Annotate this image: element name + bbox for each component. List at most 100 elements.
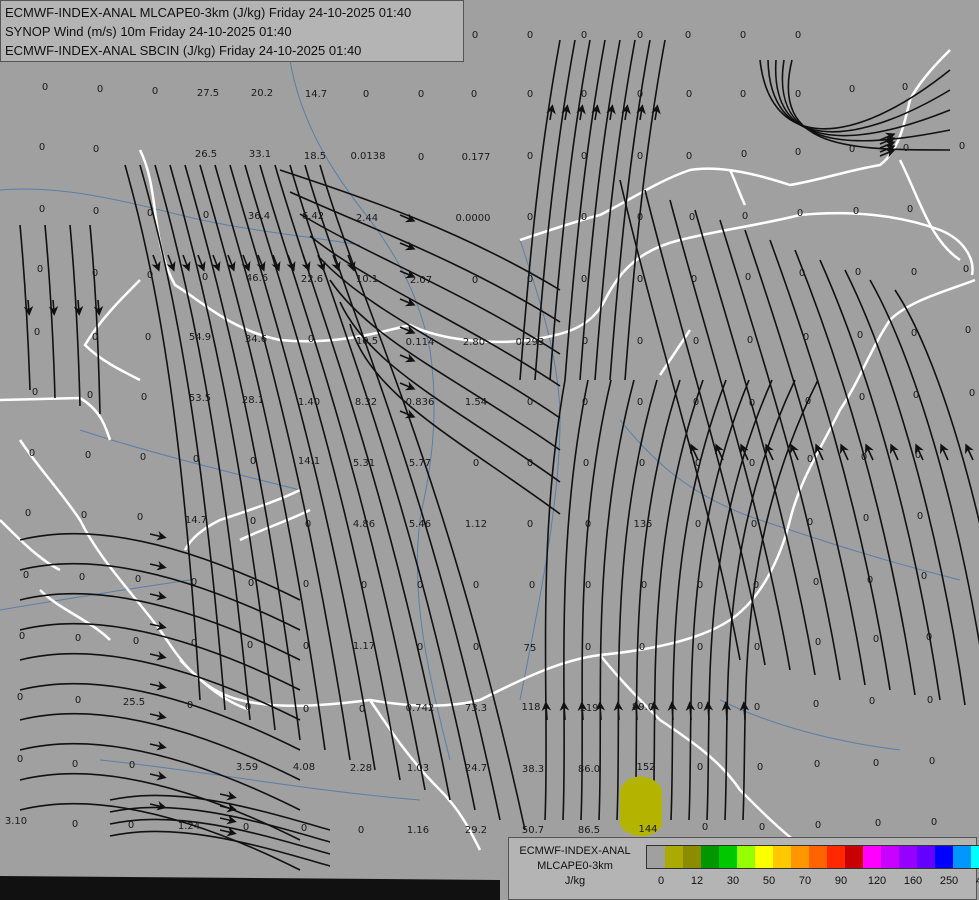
zero-value-marker: 0 [581,151,587,162]
zero-value-marker: 0 [641,580,647,591]
zero-value-marker: 0 [697,762,703,773]
cape-value-label: 22.6 [301,274,323,285]
cape-value-label: 0.0138 [351,151,386,162]
legend-swatch [809,846,827,868]
zero-value-marker: 0 [751,519,757,530]
cape-value-label: 1.12 [465,519,487,530]
cape-value-label: 14.1 [298,456,320,467]
zero-value-marker: 0 [585,580,591,591]
cape-value-label: 3.59 [236,762,258,773]
zero-value-marker: 0 [25,508,31,519]
title-line-sbcin: ECMWF-INDEX-ANAL SBCIN (J/kg) Friday 24-… [5,43,362,58]
cape-value-label: 8.32 [355,397,377,408]
legend-title: ECMWF-INDEX-ANAL MLCAPE0-3km J/kg [509,844,641,889]
cape-value-label: 0.293 [516,337,545,348]
zero-value-marker: 0 [527,89,533,100]
zero-value-marker: 0 [202,272,208,283]
zero-value-marker: 0 [303,641,309,652]
cape-value-label: 0 [42,82,48,93]
zero-value-marker: 0 [92,268,98,279]
zero-value-marker: 0 [85,450,91,461]
legend-swatch [971,846,979,868]
cape-value-label: 1.03 [407,763,429,774]
zero-value-marker: 0 [849,84,855,95]
zero-value-marker: 0 [582,336,588,347]
zero-value-marker: 0 [93,144,99,155]
zero-value-marker: 0 [637,151,643,162]
legend-swatch [647,846,665,868]
zero-value-marker: 0 [582,397,588,408]
zero-value-marker: 0 [473,580,479,591]
zero-value-marker: 0 [87,390,93,401]
zero-value-marker: 0 [417,580,423,591]
cape-value-label: 18.5 [304,151,326,162]
zero-value-marker: 0 [959,141,965,152]
color-legend: ECMWF-INDEX-ANAL MLCAPE0-3km J/kg 0 12 30 5… [508,837,979,900]
cape-value-label: 2.80 [463,337,485,348]
zero-value-marker: 0 [81,510,87,521]
zero-value-marker: 0 [863,513,869,524]
zero-value-marker: 0 [147,270,153,281]
zero-value-marker: 0 [303,704,309,715]
zero-value-marker: 0 [745,272,751,283]
zero-value-marker: 0 [911,267,917,278]
zero-value-marker: 0 [583,458,589,469]
zero-value-marker: 0 [527,458,533,469]
zero-value-marker: 0 [754,702,760,713]
cape-value-label: 118 [521,702,540,713]
zero-value-marker: 0 [247,640,253,651]
zero-value-marker: 0 [813,699,819,710]
zero-value-marker: 0 [859,392,865,403]
zero-value-marker: 0 [639,642,645,653]
legend-tick-label: 120 [867,875,887,887]
zero-value-marker: 0 [807,517,813,528]
zero-value-marker: 0 [93,206,99,217]
zero-value-marker: 0 [92,332,98,343]
zero-value-marker: 0 [857,330,863,341]
zero-value-marker: 0 [358,825,364,836]
zero-value-marker: 0 [418,152,424,163]
zero-value-marker: 0 [637,30,643,41]
zero-value-marker: 0 [529,580,535,591]
cape-value-label: 0 [152,86,158,97]
zero-value-marker: 0 [695,458,701,469]
zero-value-marker: 0 [193,454,199,465]
legend-swatch [845,846,863,868]
streamline-arrow [721,701,732,721]
zero-value-marker: 0 [581,30,587,41]
zero-value-marker: 0 [861,452,867,463]
zero-value-marker: 0 [702,822,708,833]
zero-value-marker: 0 [305,519,311,530]
zero-value-marker: 0 [795,89,801,100]
legend-swatch [719,846,737,868]
streamline-arrow [667,701,678,721]
zero-value-marker: 0 [72,819,78,830]
zero-value-marker: 0 [691,274,697,285]
zero-value-marker: 0 [34,327,40,338]
zero-value-marker: 0 [693,336,699,347]
legend-swatch [665,846,683,868]
cape-value-label: 86.0 [578,764,600,775]
zero-value-marker: 0 [742,211,748,222]
zero-value-marker: 0 [361,580,367,591]
streamline-arrow [559,701,570,721]
cape-value-label: 0 [39,142,45,153]
zero-value-marker: 0 [686,151,692,162]
zero-value-marker: 0 [749,398,755,409]
zero-value-marker: 0 [32,387,38,398]
zero-value-marker: 0 [248,578,254,589]
cape-value-label: 135 [633,519,652,530]
zero-value-marker: 0 [17,692,23,703]
zero-value-marker: 0 [855,267,861,278]
zero-value-marker: 0 [187,700,193,711]
zero-value-marker: 0 [807,454,813,465]
zero-value-marker: 0 [915,450,921,461]
zero-value-marker: 0 [757,762,763,773]
cape-value-label: 4.86 [353,519,375,530]
cape-value-label: 1.24 [178,821,200,832]
cape-value-label: 14.7 [185,515,207,526]
zero-value-marker: 0 [815,820,821,831]
zero-value-marker: 0 [813,577,819,588]
streamline-arrow [739,701,750,721]
zero-value-marker: 0 [141,392,147,403]
